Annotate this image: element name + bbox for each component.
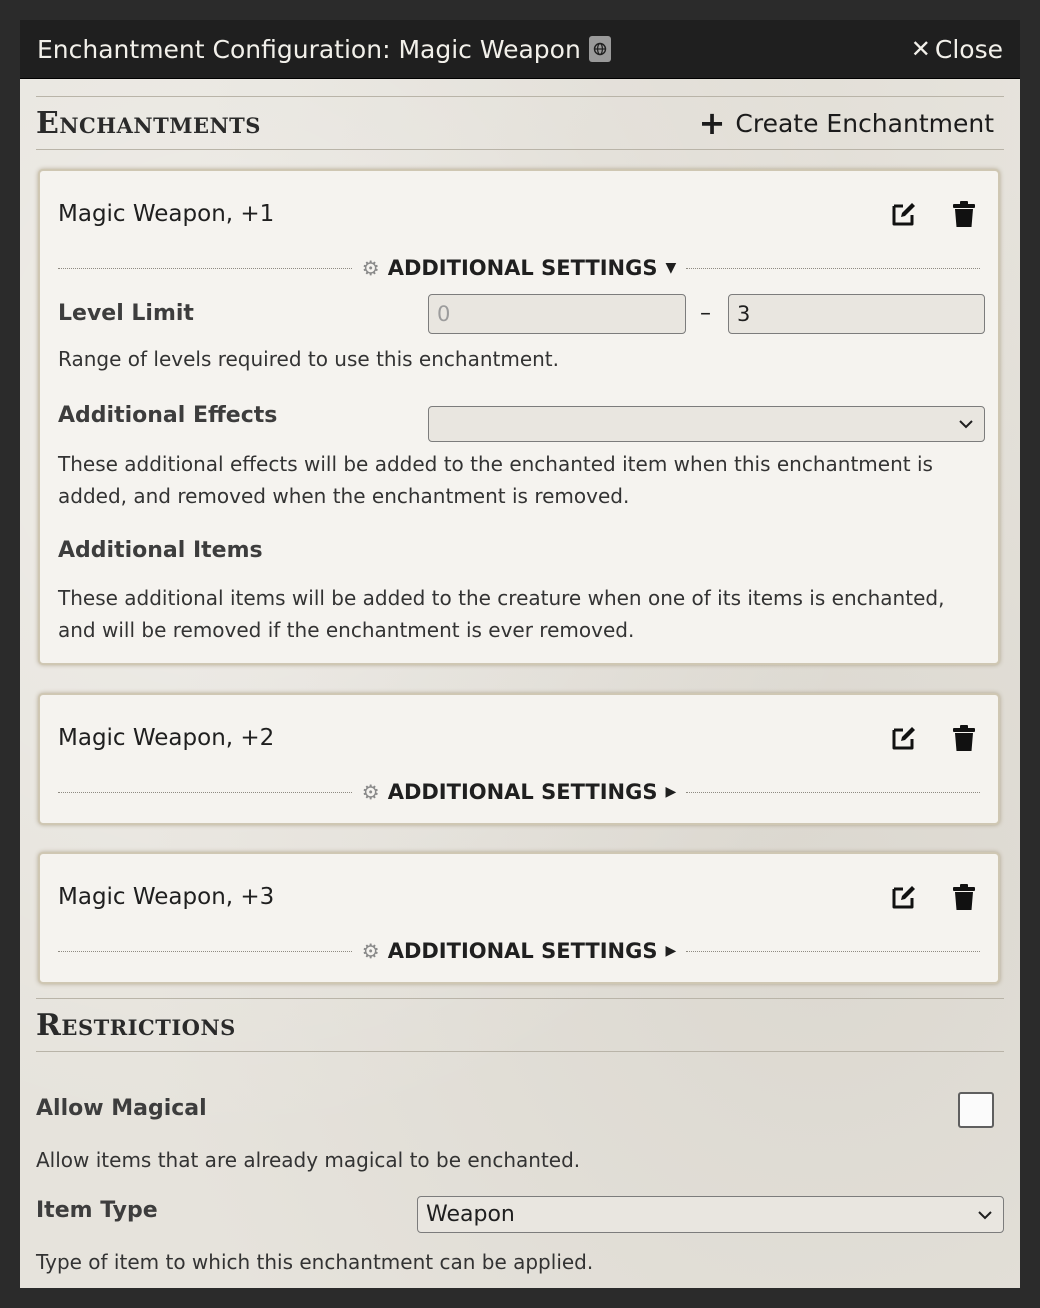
window-titlebar: Enchantment Configuration: Magic Weapon … — [20, 20, 1020, 79]
enchantment-card-header: Magic Weapon, +2 — [58, 723, 980, 753]
enchantment-actions — [890, 883, 978, 911]
edit-icon[interactable] — [890, 883, 918, 911]
additional-effects-label: Additional Effects — [58, 403, 278, 428]
gears-icon: ⚙ — [361, 939, 380, 963]
additional-settings-label: ADDITIONAL SETTINGS — [387, 939, 658, 963]
additional-settings-toggle-row: ⚙ ADDITIONAL SETTINGS ▶ — [58, 937, 981, 965]
trash-icon[interactable] — [950, 200, 978, 228]
close-label: Close — [934, 34, 1003, 64]
level-max-input[interactable] — [728, 294, 985, 334]
enchantment-config-window: Enchantment Configuration: Magic Weapon … — [20, 20, 1020, 1288]
additional-settings-toggle-row: ⚙ ADDITIONAL SETTINGS ▼ — [58, 254, 981, 282]
enchantment-card: Magic Weapon, +3 ⚙ ADDITIONAL SETTINGS ▶ — [38, 852, 1000, 984]
enchantment-name: Magic Weapon, +1 — [58, 201, 275, 227]
enchantment-name: Magic Weapon, +3 — [58, 884, 275, 910]
enchantment-card-header: Magic Weapon, +1 — [58, 199, 980, 229]
edit-icon[interactable] — [890, 724, 918, 752]
allow-magical-label: Allow Magical — [36, 1096, 207, 1121]
divider — [686, 267, 981, 269]
window-content: Enchantments + Create Enchantment Magic … — [36, 96, 1004, 1274]
plus-icon: + — [698, 104, 726, 142]
additional-settings-label: ADDITIONAL SETTINGS — [387, 256, 658, 280]
item-type-value: Weapon — [426, 1202, 515, 1227]
additional-settings-toggle[interactable]: ⚙ ADDITIONAL SETTINGS ▼ — [352, 256, 687, 280]
gears-icon: ⚙ — [361, 780, 380, 804]
enchantment-card: Magic Weapon, +2 ⚙ ADDITIONAL SETTINGS ▶ — [38, 693, 1000, 825]
chevron-down-icon — [959, 420, 973, 429]
level-min-input[interactable] — [428, 294, 686, 334]
window-title: Enchantment Configuration: Magic Weapon — [37, 34, 581, 64]
item-type-hint: Type of item to which this enchantment c… — [36, 1250, 594, 1274]
caret-down-icon: ▼ — [665, 260, 677, 276]
edit-icon[interactable] — [890, 200, 918, 228]
allow-magical-checkbox[interactable] — [958, 1092, 994, 1128]
divider — [58, 267, 352, 269]
additional-effects-hint: These additional effects will be added t… — [58, 452, 933, 508]
caret-right-icon: ▶ — [665, 784, 677, 800]
restrictions-section-header: Restrictions — [36, 998, 1004, 1052]
create-enchantment-button[interactable]: + Create Enchantment — [699, 107, 994, 139]
chevron-down-icon — [978, 1210, 992, 1219]
enchantment-actions — [890, 200, 978, 228]
range-separator: – — [700, 301, 711, 326]
divider — [686, 950, 981, 952]
additional-effects-select[interactable] — [428, 406, 985, 442]
level-limit-hint: Range of levels required to use this enc… — [58, 347, 560, 371]
caret-right-icon: ▶ — [665, 943, 677, 959]
additional-settings-toggle[interactable]: ⚙ ADDITIONAL SETTINGS ▶ — [352, 780, 687, 804]
create-enchantment-label: Create Enchantment — [735, 108, 994, 138]
enchantments-section-header: Enchantments + Create Enchantment — [36, 96, 1004, 150]
window-title-group: Enchantment Configuration: Magic Weapon — [37, 35, 611, 64]
close-icon: ✕ — [910, 35, 931, 63]
additional-items-hint: These additional items will be added to … — [58, 586, 945, 642]
item-type-select[interactable]: Weapon — [417, 1196, 1004, 1233]
enchantment-actions — [890, 724, 978, 752]
trash-icon[interactable] — [950, 883, 978, 911]
additional-settings-toggle[interactable]: ⚙ ADDITIONAL SETTINGS ▶ — [352, 939, 687, 963]
divider — [686, 791, 981, 793]
enchantment-card-header: Magic Weapon, +3 — [58, 882, 980, 912]
trash-icon[interactable] — [950, 724, 978, 752]
enchantment-name: Magic Weapon, +2 — [58, 725, 275, 751]
divider — [58, 950, 352, 952]
item-type-label: Item Type — [36, 1198, 158, 1223]
level-limit-label: Level Limit — [58, 301, 194, 326]
allow-magical-hint: Allow items that are already magical to … — [36, 1148, 581, 1172]
additional-items-label: Additional Items — [58, 538, 263, 563]
enchantments-heading: Enchantments — [36, 105, 261, 141]
book-globe-icon — [588, 36, 611, 62]
enchantment-card: Magic Weapon, +1 ⚙ ADDITIONAL SETTINGS ▼ — [38, 169, 1000, 665]
additional-settings-toggle-row: ⚙ ADDITIONAL SETTINGS ▶ — [58, 778, 981, 806]
additional-settings-label: ADDITIONAL SETTINGS — [387, 780, 658, 804]
restrictions-heading: Restrictions — [36, 1007, 236, 1043]
gears-icon: ⚙ — [361, 256, 380, 280]
divider — [58, 791, 352, 793]
close-button[interactable]: ✕ Close — [911, 35, 1003, 64]
